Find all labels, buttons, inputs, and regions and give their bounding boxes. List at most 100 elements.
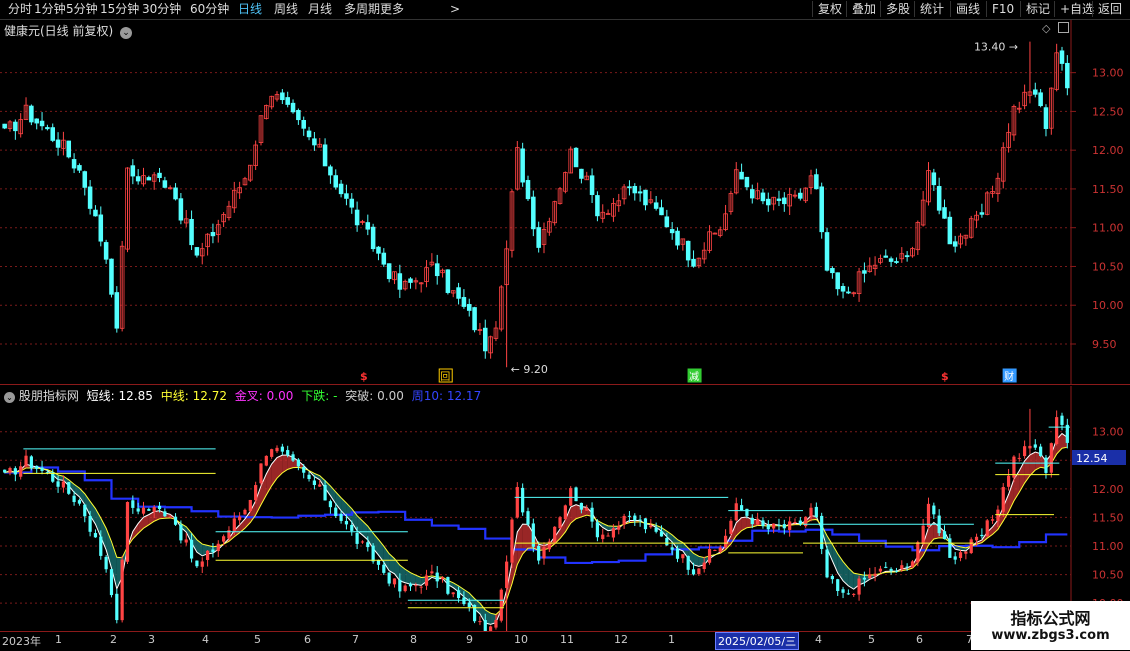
sub-candle-body <box>675 548 680 559</box>
period-tab-8[interactable]: 月线 <box>308 2 332 17</box>
sub-candle-body <box>344 520 349 525</box>
sub-candle-body <box>1033 444 1037 448</box>
sub-candle-body <box>659 531 664 537</box>
main-candle-body <box>456 287 461 299</box>
sub-y-tick-label: 10.50 <box>1092 569 1124 582</box>
main-candle-body <box>664 216 670 228</box>
toolbar-button-7[interactable]: +自选 <box>1054 1 1094 17</box>
sub-candle-body <box>969 539 973 554</box>
sub-candle-body <box>900 565 904 569</box>
sub-candle-body <box>558 517 562 529</box>
date-label: 4 <box>815 633 822 646</box>
main-candle-body <box>82 171 88 188</box>
main-candle-body <box>338 183 344 195</box>
period-tab-4[interactable]: 30分钟 <box>142 2 181 17</box>
period-tab-1[interactable]: 1分钟 <box>34 2 66 17</box>
period-tab-9[interactable]: 多周期 <box>344 2 380 17</box>
period-tab-3[interactable]: 15分钟 <box>100 2 139 17</box>
main-candle-body <box>659 207 664 216</box>
main-candle-body <box>210 232 216 237</box>
indicator-panel[interactable]: 13.0012.5012.0011.5011.0010.5010.0012.54… <box>0 386 1130 649</box>
period-tab-6[interactable]: 日线 <box>238 2 262 17</box>
sub-candle-body <box>141 507 146 514</box>
sub-candle-body <box>328 501 333 508</box>
sub-candle-body <box>515 486 519 518</box>
diamond-icon[interactable]: ◇ <box>1042 22 1050 35</box>
sub-candle-body <box>136 508 140 512</box>
short-label: 短线: <box>86 389 115 403</box>
sub-candle-body <box>681 554 685 559</box>
title-dropdown-icon[interactable]: ⌄ <box>120 27 133 39</box>
sub-candle-body <box>440 577 445 580</box>
toolbar-button-4[interactable]: 画线 <box>950 1 980 17</box>
sub-candle-body <box>243 509 247 515</box>
sub-candle-body <box>275 447 279 452</box>
period-tab-5[interactable]: 60分钟 <box>190 2 229 17</box>
toolbar-button-0[interactable]: 复权 <box>812 1 842 17</box>
main-y-tick-label: 10.00 <box>1092 299 1124 312</box>
sub-candle-body <box>649 525 653 528</box>
sub-candle-body <box>93 533 98 538</box>
sub-candle-body <box>713 549 717 551</box>
main-candle-body <box>290 102 296 113</box>
sub-candle-body <box>590 507 594 522</box>
sub-candle-body <box>734 503 738 521</box>
sub-candle-body <box>665 538 669 546</box>
sub-candle-body <box>884 566 888 568</box>
sub-candle-body <box>456 590 461 599</box>
sub-candle-body <box>168 516 172 518</box>
main-y-tick-label: 12.50 <box>1092 105 1124 118</box>
sub-candle-body <box>259 463 263 484</box>
sub-candle-body <box>638 519 642 521</box>
main-candle-body <box>461 297 467 307</box>
more-arrow-icon[interactable]: > <box>450 2 460 17</box>
sub-candle-body <box>19 466 23 477</box>
main-candle-body <box>66 140 72 158</box>
sub-candle-body <box>569 488 573 506</box>
sub-candle-body <box>745 508 749 516</box>
toolbar-button-1[interactable]: 叠加 <box>846 1 876 17</box>
sub-candle-body <box>766 525 770 530</box>
sub-candle-body <box>125 502 130 562</box>
stock-title: 健康元(日线 前复权) <box>4 24 114 38</box>
period-tab-2[interactable]: 5分钟 <box>66 2 98 17</box>
down-label: 下跌: <box>301 389 330 403</box>
sub-candle-body <box>173 516 178 525</box>
sub-candle-body <box>974 536 979 541</box>
main-candle-body <box>782 197 787 205</box>
toolbar-button-2[interactable]: 多股 <box>880 1 910 17</box>
main-candle-body <box>531 196 536 230</box>
main-candle-body <box>98 214 104 242</box>
low-price-label: ← 9.20 <box>511 363 548 376</box>
sub-candle-body <box>104 556 108 570</box>
indicator-menu-icon[interactable]: ⌄ <box>4 392 15 403</box>
indicator-chart[interactable]: 13.0012.5012.0011.5011.0010.5010.0012.54 <box>0 386 1130 649</box>
main-candle-body <box>627 186 632 189</box>
main-kline-chart[interactable]: 13.00 12.50 12.00 11.50 11.00 10.50 10.00 9.50 1… <box>0 20 1130 385</box>
period-tab-7[interactable]: 周线 <box>274 2 298 17</box>
period-tab-0[interactable]: 分时 <box>8 2 32 17</box>
main-candle-body <box>87 186 93 209</box>
sub-candle-body <box>264 455 268 466</box>
sub-candle-body <box>761 520 765 527</box>
panel-toggle-icon[interactable] <box>1057 22 1069 33</box>
main-kline-panel[interactable]: 13.00 12.50 12.00 11.50 11.00 10.50 10.00 9.50 1… <box>0 20 1130 385</box>
main-candle-body <box>306 130 312 138</box>
sub-candle-body <box>782 524 786 529</box>
sub-candle-body <box>756 518 760 525</box>
mid-value: 12.72 <box>192 389 227 403</box>
main-candle-body <box>814 174 819 190</box>
toolbar-button-8[interactable]: 返回 <box>1092 1 1122 17</box>
main-candle-body <box>103 242 109 260</box>
toolbar-button-3[interactable]: 统计 <box>914 1 944 17</box>
toolbar-button-5[interactable]: F10 <box>986 1 1014 17</box>
toolbar-button-6[interactable]: 标记 <box>1020 1 1050 17</box>
sub-candle-body <box>3 469 7 473</box>
period-tab-10[interactable]: 更多 <box>380 2 404 17</box>
sub-candle-body <box>595 522 600 538</box>
sub-candle-body <box>948 538 952 558</box>
main-candle-body <box>483 327 488 352</box>
main-candle-body <box>146 177 152 181</box>
main-candle-body <box>466 304 472 311</box>
indicator-legend: ⌄ 股朋指标网 短线: 12.85 中线: 12.72 金叉: 0.00 下跌:… <box>4 387 481 404</box>
